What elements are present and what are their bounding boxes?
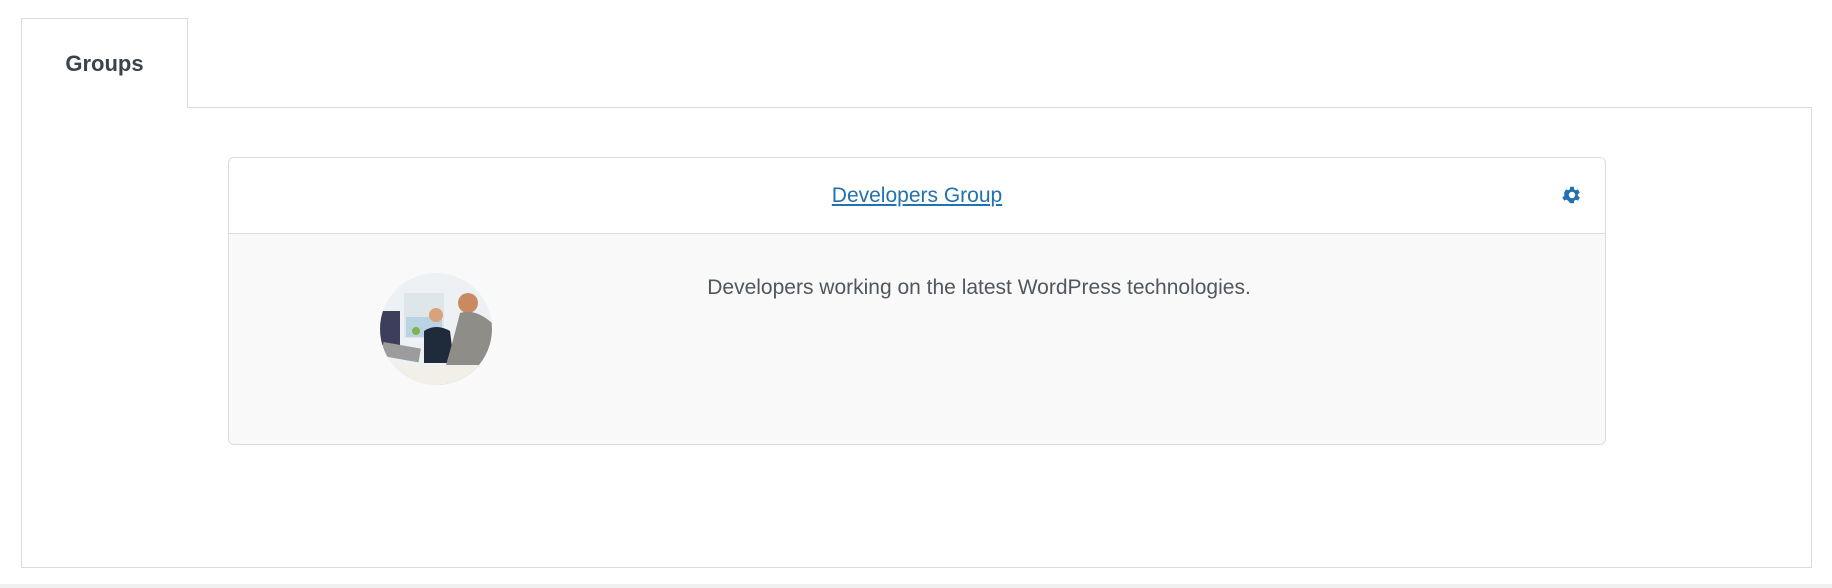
bottom-divider xyxy=(0,584,1832,588)
gear-icon[interactable] xyxy=(1561,184,1583,206)
group-card-header: Developers Group xyxy=(229,158,1605,234)
tab-groups[interactable]: Groups xyxy=(21,18,188,108)
group-description: Developers working on the latest WordPre… xyxy=(707,276,1251,299)
group-avatar[interactable] xyxy=(380,273,492,385)
group-card: Developers Group Developers working on t… xyxy=(228,157,1606,445)
group-avatar-photo-icon xyxy=(380,273,492,385)
tab-groups-label: Groups xyxy=(65,50,144,76)
group-title-link[interactable]: Developers Group xyxy=(832,184,1002,208)
